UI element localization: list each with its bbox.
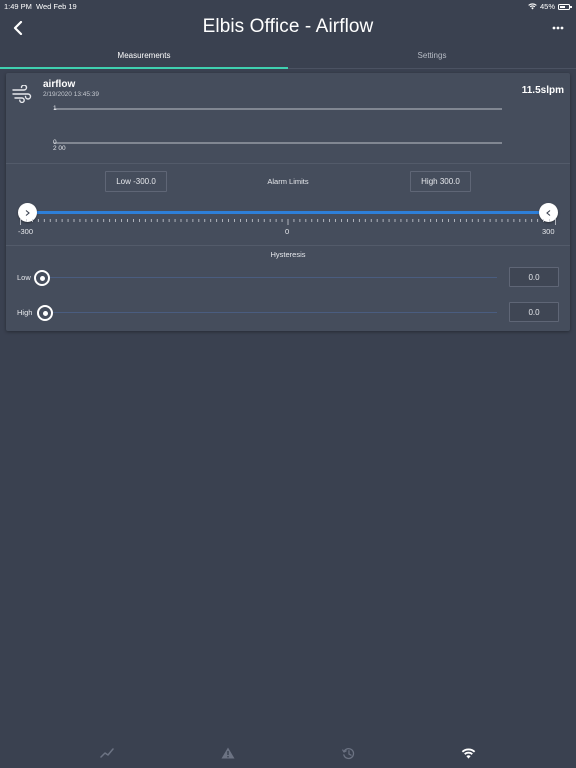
bottom-tab-history[interactable] — [339, 744, 357, 762]
mini-chart: 1 0 2 00 — [44, 103, 504, 155]
hysteresis-high-input[interactable]: 0.0 — [509, 302, 559, 322]
hysteresis-low-input[interactable]: 0.0 — [509, 267, 559, 287]
alarm-limits-label: Alarm Limits — [267, 177, 309, 186]
battery-icon — [558, 3, 572, 10]
alarm-axis-mid: 0 — [285, 227, 290, 236]
warning-icon — [221, 747, 235, 759]
status-time: 1:49 PM — [4, 2, 32, 11]
battery-percent: 45% — [539, 2, 555, 11]
bottom-tab-alarms[interactable] — [219, 744, 237, 762]
hysteresis-high-track[interactable] — [42, 312, 497, 313]
trend-chart-icon — [100, 748, 114, 758]
status-date: Wed Feb 19 — [36, 2, 77, 11]
hysteresis-low-track[interactable] — [42, 277, 497, 278]
hysteresis-low-row: Low 0.0 — [6, 267, 570, 289]
more-horizontal-icon — [552, 26, 564, 30]
wifi-icon — [461, 747, 475, 759]
sensor-card: airflow 2/19/2020 13:45:39 11.5slpm 1 0 … — [6, 73, 570, 331]
page-title: Elbis Office - Airflow — [202, 16, 374, 37]
alarm-axis-max: 300 — [542, 227, 555, 236]
sensor-card-header: airflow 2/19/2020 13:45:39 11.5slpm 1 0 … — [6, 73, 570, 163]
mini-chart-y-tick-top: 1 — [53, 105, 57, 112]
mini-chart-x-tick: 2 00 — [53, 145, 66, 152]
wind-icon — [12, 85, 32, 103]
bottom-tab-trends[interactable] — [98, 744, 116, 762]
alarm-slider-ticks — [20, 219, 556, 225]
hysteresis-high-row: High 0.0 — [6, 302, 570, 324]
hysteresis-low-knob[interactable] — [34, 270, 50, 286]
bottom-tab-connection[interactable] — [459, 744, 477, 762]
sensor-timestamp: 2/19/2020 13:45:39 — [43, 91, 100, 98]
nav-bar: Elbis Office - Airflow — [0, 12, 576, 46]
hysteresis-low-label: Low — [17, 273, 31, 282]
chevron-left-icon — [546, 209, 551, 216]
alarm-range-track[interactable] — [27, 211, 549, 214]
tab-settings[interactable]: Settings — [288, 46, 576, 70]
tab-bar: Measurements Settings — [0, 46, 576, 70]
wifi-status-icon — [528, 3, 537, 10]
hysteresis-title: Hysteresis — [270, 250, 306, 259]
bottom-tab-bar — [0, 738, 576, 768]
mini-chart-svg — [54, 108, 502, 144]
hysteresis-high-knob[interactable] — [37, 305, 53, 321]
tab-active-indicator — [0, 67, 288, 69]
history-icon — [341, 747, 354, 759]
hysteresis-high-label: High — [17, 308, 33, 317]
status-bar: 1:49 PM Wed Feb 19 45% — [0, 0, 576, 12]
status-right: 45% — [528, 2, 572, 11]
card-divider-1 — [6, 163, 570, 164]
sensor-value: 11.5slpm — [521, 85, 564, 96]
more-button[interactable] — [548, 18, 568, 38]
sensor-name: airflow — [43, 79, 76, 90]
alarm-high-field[interactable]: High 300.0 — [410, 171, 471, 192]
alarm-axis-min: -300 — [18, 227, 34, 236]
chevron-right-icon — [25, 209, 30, 216]
card-divider-2 — [6, 245, 570, 246]
